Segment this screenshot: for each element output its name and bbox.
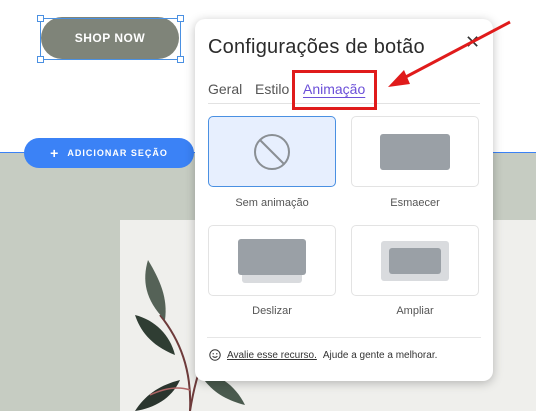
option-zoom[interactable]	[351, 225, 479, 296]
close-icon[interactable]: ✕	[465, 33, 480, 51]
option-no-animation[interactable]	[208, 116, 336, 187]
annotation-highlight-box	[292, 70, 377, 110]
option-label: Sem animação	[235, 197, 309, 209]
rate-feature-link[interactable]: Avalie esse recurso.	[227, 350, 317, 361]
zoom-icon	[381, 240, 449, 281]
plus-icon: +	[50, 145, 60, 161]
footer-divider	[207, 337, 481, 338]
option-label: Esmaecer	[390, 197, 440, 209]
option-fade[interactable]	[351, 116, 479, 187]
option-slide[interactable]	[208, 225, 336, 296]
no-animation-icon	[254, 133, 290, 170]
fade-icon	[380, 133, 450, 170]
tab-style[interactable]: Estilo	[255, 81, 289, 97]
panel-title: Configurações de botão	[208, 36, 425, 58]
resize-handle-bottom-left[interactable]	[37, 56, 44, 63]
tab-general[interactable]: Geral	[208, 81, 242, 97]
feedback-text: Ajude a gente a melhorar.	[322, 349, 438, 361]
add-section-button[interactable]: + ADICIONAR SEÇÃO	[24, 138, 194, 168]
option-label: Ampliar	[396, 305, 434, 317]
feedback-row: Avalie esse recurso. Ajude a gente a mel…	[209, 349, 437, 361]
resize-handle-top-right[interactable]	[177, 15, 184, 22]
smile-icon	[209, 349, 221, 361]
add-section-label: ADICIONAR SEÇÃO	[67, 148, 168, 158]
slide-icon	[238, 238, 306, 283]
resize-handle-top-left[interactable]	[37, 15, 44, 22]
resize-handle-bottom-right[interactable]	[177, 56, 184, 63]
editor-canvas: SHOP NOW + ADICIONAR SEÇÃO Configurações…	[0, 0, 536, 411]
shop-now-button[interactable]: SHOP NOW	[41, 17, 179, 59]
option-label: Deslizar	[252, 305, 292, 317]
